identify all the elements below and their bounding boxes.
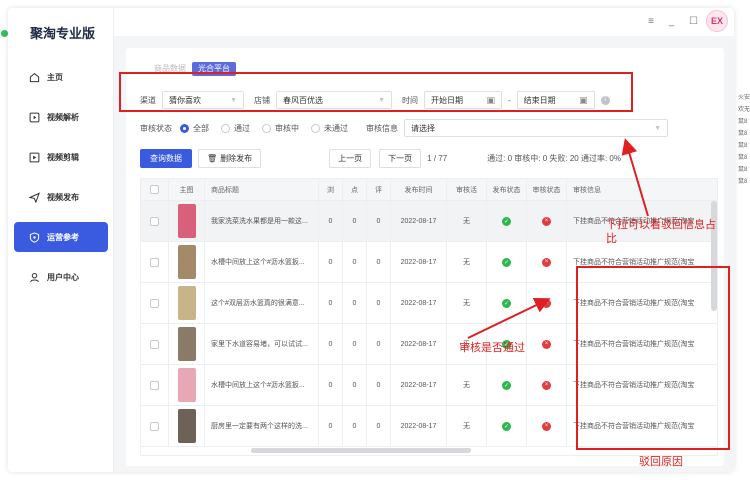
annotation-arrows [467,138,649,339]
edge-text: 火安 [738,95,750,101]
edge-text: 鼠8 [738,143,748,149]
edge-text: 鼠8 [738,167,748,173]
edge-text: 欢无 [738,107,750,113]
edge-text: 鼠8 [738,155,748,161]
edge-text: 鼠8 [738,179,748,185]
edge-text: 鼠8 [738,131,748,137]
edge-text: 鼠8 [738,119,748,125]
